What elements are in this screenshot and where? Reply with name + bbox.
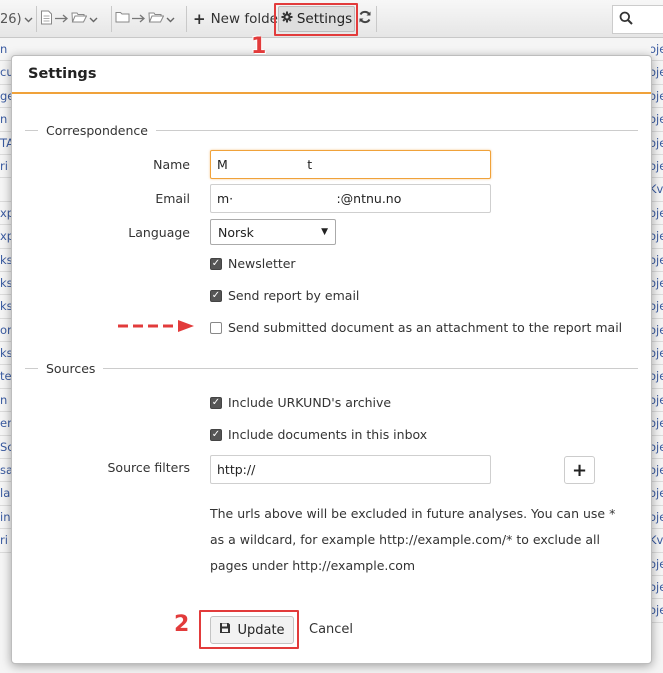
email-value: m· :@ntnu.no xyxy=(217,191,402,206)
arrow-right-icon xyxy=(132,12,146,27)
toolbar-divider xyxy=(111,6,112,32)
folder-icon xyxy=(115,11,130,27)
inbox-documents-checkbox[interactable]: ✓ xyxy=(210,428,222,441)
cancel-button[interactable]: Cancel xyxy=(309,622,353,637)
send-report-option[interactable]: ✓ Send report by email xyxy=(210,288,359,303)
search-icon xyxy=(619,11,633,29)
step-number-1: 1 xyxy=(251,34,267,59)
document-icon xyxy=(40,10,53,29)
add-filter-button[interactable]: + xyxy=(564,456,595,484)
newsletter-label: Newsletter xyxy=(228,256,296,271)
sources-legend: Sources xyxy=(46,360,96,376)
chevron-down-icon xyxy=(166,12,175,27)
chevron-down-icon xyxy=(89,12,98,27)
caret-down-icon: ▼ xyxy=(321,227,328,237)
settings-dialog: Settings Correspondence Name M t Email m… xyxy=(11,55,652,664)
dialog-header: Settings xyxy=(12,56,651,94)
attach-document-label: Send submitted document as an attachment… xyxy=(228,320,623,335)
newsletter-checkbox[interactable]: ✓ xyxy=(210,257,222,270)
email-label: Email xyxy=(155,191,190,206)
correspondence-section-header: Correspondence xyxy=(25,122,638,138)
folder-open-icon xyxy=(71,11,88,27)
source-filter-value: http:// xyxy=(217,462,256,477)
divider xyxy=(25,129,38,131)
language-label: Language xyxy=(128,225,190,240)
inbox-documents-option[interactable]: ✓ Include documents in this inbox xyxy=(210,427,427,442)
language-value: Norsk xyxy=(218,224,254,240)
arrow-right-icon xyxy=(55,12,69,27)
divider xyxy=(103,367,638,369)
selection-count: 26) xyxy=(0,11,22,27)
update-highlight-box xyxy=(199,610,299,649)
search-button[interactable] xyxy=(612,5,663,34)
refresh-button[interactable] xyxy=(358,0,372,38)
send-report-label: Send report by email xyxy=(228,288,360,303)
send-report-checkbox[interactable]: ✓ xyxy=(210,289,222,302)
name-value: M t xyxy=(217,157,313,172)
source-filter-field[interactable]: http:// xyxy=(210,455,491,484)
divider xyxy=(155,129,638,131)
chevron-down-icon xyxy=(24,12,33,27)
urkund-archive-checkbox[interactable]: ✓ xyxy=(210,396,222,409)
name-label: Name xyxy=(153,157,190,172)
new-folder-label: New folder xyxy=(210,11,284,27)
plus-icon: + xyxy=(193,10,206,28)
refresh-icon xyxy=(358,10,372,28)
move-document-button[interactable] xyxy=(40,0,98,38)
email-field[interactable]: m· :@ntnu.no xyxy=(210,184,491,213)
plus-icon: + xyxy=(571,459,588,481)
toolbar-divider xyxy=(376,6,377,32)
selection-dropdown[interactable]: 26) xyxy=(0,0,33,38)
urkund-archive-label: Include URKUND's archive xyxy=(228,395,392,410)
language-select[interactable]: Norsk ▼ xyxy=(210,219,336,245)
settings-highlight-box xyxy=(274,3,358,36)
sources-section-header: Sources xyxy=(25,360,638,376)
folder-open-icon xyxy=(148,11,165,27)
move-folder-button[interactable] xyxy=(115,0,175,38)
toolbar-divider xyxy=(36,6,37,32)
step-number-2: 2 xyxy=(174,612,190,637)
inbox-documents-label: Include documents in this inbox xyxy=(228,427,428,442)
attach-document-checkbox[interactable] xyxy=(210,321,222,334)
newsletter-option[interactable]: ✓ Newsletter xyxy=(210,256,296,271)
source-filters-help: The urls above will be excluded in futur… xyxy=(210,506,616,573)
urkund-archive-option[interactable]: ✓ Include URKUND's archive xyxy=(210,395,391,410)
correspondence-legend: Correspondence xyxy=(46,122,148,138)
dashed-arrow-annotation xyxy=(116,318,196,338)
name-field[interactable]: M t xyxy=(210,150,491,179)
dialog-title: Settings xyxy=(28,66,97,82)
attach-document-option[interactable]: Send submitted document as an attachment… xyxy=(210,320,622,335)
source-filters-label: Source filters xyxy=(107,460,191,475)
divider xyxy=(25,367,38,369)
